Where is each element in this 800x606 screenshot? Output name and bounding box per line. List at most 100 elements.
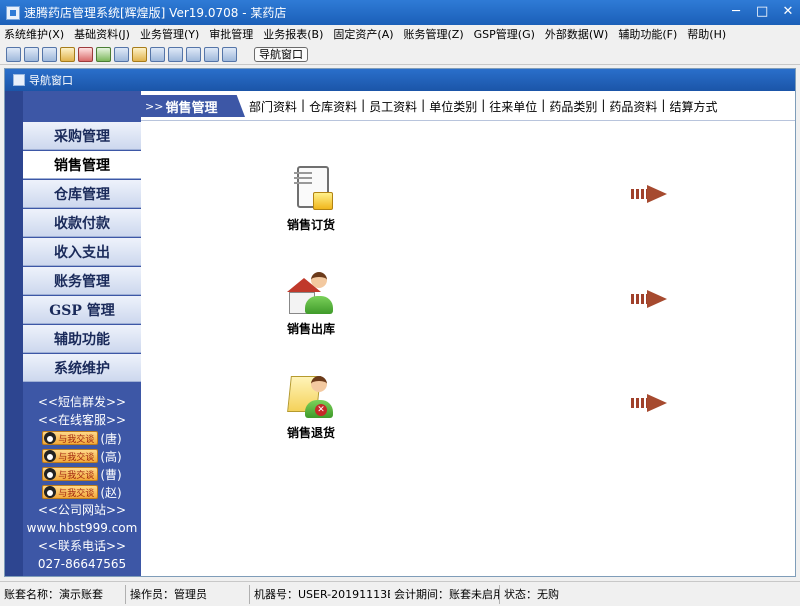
qq-penguin-icon — [44, 486, 57, 498]
qq-contact-name: (高) — [100, 449, 122, 464]
qq-contact-name: (赵) — [100, 485, 122, 500]
maximize-button[interactable]: □ — [756, 4, 768, 19]
status-account: 账套名称：演示账套 — [0, 584, 126, 604]
menu-help[interactable]: 帮助(H) — [687, 26, 726, 42]
help-icon[interactable] — [204, 46, 219, 62]
qq-contact[interactable]: 与我交谈 (高) — [23, 447, 141, 465]
sales-outbound-label[interactable]: 销售出库 — [266, 320, 356, 337]
app-icon — [6, 5, 20, 20]
separator: | — [481, 98, 486, 112]
save-icon[interactable] — [168, 46, 183, 62]
menu-basic-data[interactable]: 基础资料(J) — [74, 26, 130, 42]
qq-contact[interactable]: 与我交谈 (曹) — [23, 465, 141, 483]
qq-penguin-icon — [44, 468, 57, 480]
menu-auxiliary[interactable]: 辅助功能(F) — [618, 26, 677, 42]
qq-chat-badge[interactable]: 与我交谈 — [42, 485, 99, 499]
sales-outbound-arrow-icon — [631, 290, 669, 308]
qq-penguin-icon — [44, 432, 57, 444]
sales-order-icon[interactable] — [289, 166, 333, 210]
menu-business-management[interactable]: 业务管理(Y) — [140, 26, 199, 42]
link-drugs[interactable]: 药品资料 — [609, 98, 657, 115]
menu-system-maintenance[interactable]: 系统维护(X) — [4, 26, 64, 42]
nav-window-body: 采购管理 销售管理 仓库管理 收款付款 收入支出 账务管理 GSP 管理 辅助功… — [5, 91, 795, 576]
company-website-link[interactable]: <<公司网站>> — [23, 501, 141, 519]
separator: | — [541, 98, 546, 112]
qq-chat-badge[interactable]: 与我交谈 — [42, 467, 99, 481]
qq-chat-badge[interactable]: 与我交谈 — [42, 449, 99, 463]
minimize-button[interactable]: ─ — [730, 4, 742, 19]
separator: | — [601, 98, 606, 112]
open-icon[interactable] — [132, 46, 147, 62]
link-settlement-methods[interactable]: 结算方式 — [669, 98, 717, 115]
separator: | — [301, 98, 306, 112]
sms-link[interactable]: <<短信群发>> — [23, 393, 141, 411]
link-warehouses[interactable]: 仓库资料 — [309, 98, 357, 115]
module-content: 销售订货 销售出库 ✕ 销售退货 — [141, 122, 795, 576]
exit-icon[interactable] — [222, 46, 237, 62]
nav-window: 导航窗口 采购管理 销售管理 仓库管理 收款付款 收入支出 账务管理 GSP 管… — [4, 68, 796, 577]
sales-return-function[interactable]: ✕ 销售退货 — [266, 374, 356, 441]
chart-icon[interactable] — [114, 46, 129, 62]
nav-window-button[interactable]: 导航窗口 — [254, 46, 308, 62]
menu-approval-management[interactable]: 审批管理 — [209, 26, 253, 42]
nav-window-icon — [13, 74, 25, 86]
sales-return-icon[interactable]: ✕ — [287, 374, 333, 418]
list-icon[interactable] — [24, 46, 39, 62]
status-bar: 账套名称：演示账套 操作员：管理员 机器号：USER-20191113E 会计期… — [0, 581, 800, 606]
current-module-label: 销售管理 — [165, 100, 218, 116]
sales-order-label[interactable]: 销售订货 — [266, 216, 356, 233]
print-icon[interactable] — [150, 46, 165, 62]
qq-contact-name: (唐) — [100, 431, 122, 446]
sidebar-item-sales[interactable]: 销售管理 — [23, 151, 141, 179]
sidebar: 采购管理 销售管理 仓库管理 收款付款 收入支出 账务管理 GSP 管理 辅助功… — [5, 91, 141, 576]
online-service-link[interactable]: <<在线客服>> — [23, 411, 141, 429]
report-icon[interactable] — [60, 46, 75, 62]
separator: | — [661, 98, 666, 112]
menu-gsp-management[interactable]: GSP管理(G) — [474, 26, 535, 42]
link-partners[interactable]: 往来单位 — [489, 98, 537, 115]
status-state: 状态：无购 — [504, 587, 559, 601]
sales-outbound-icon[interactable] — [287, 270, 333, 314]
copy-icon[interactable] — [42, 46, 57, 62]
link-departments[interactable]: 部门资料 — [249, 98, 297, 115]
sidebar-item-warehouse[interactable]: 仓库管理 — [23, 180, 141, 208]
qq-contact-name: (曹) — [100, 467, 122, 482]
export-icon[interactable] — [186, 46, 201, 62]
sidebar-item-accounting[interactable]: 账务管理 — [23, 267, 141, 295]
contact-phone: 027-86647565 — [37, 557, 127, 571]
toolbar: 导航窗口 — [0, 44, 800, 65]
contact-phone-link[interactable]: <<联系电话>> — [23, 537, 141, 555]
qq-contact[interactable]: 与我交谈 (唐) — [23, 429, 141, 447]
menu-business-reports[interactable]: 业务报表(B) — [263, 26, 323, 42]
sidebar-item-payments[interactable]: 收款付款 — [23, 209, 141, 237]
menu-fixed-assets[interactable]: 固定资产(A) — [333, 26, 393, 42]
link-employees[interactable]: 员工资料 — [369, 98, 417, 115]
sidebar-item-auxiliary[interactable]: 辅助功能 — [23, 325, 141, 353]
qq-contact[interactable]: 与我交谈 (赵) — [23, 483, 141, 501]
new-icon[interactable] — [6, 46, 21, 62]
menu-accounting[interactable]: 账务管理(Z) — [404, 26, 464, 42]
separator: | — [361, 98, 366, 112]
link-drug-categories[interactable]: 药品类别 — [549, 98, 597, 115]
sales-return-label[interactable]: 销售退货 — [266, 424, 356, 441]
menu-bar: 系统维护(X) 基础资料(J) 业务管理(Y) 审批管理 业务报表(B) 固定资… — [0, 25, 800, 43]
edit-icon[interactable] — [78, 46, 93, 62]
status-machine: 机器号：USER-20191113E — [254, 587, 390, 601]
sales-order-function[interactable]: 销售订货 — [266, 166, 356, 233]
sales-order-arrow-icon — [631, 185, 669, 203]
sidebar-item-purchase[interactable]: 采购管理 — [23, 122, 141, 150]
nav-window-title: 导航窗口 — [29, 74, 73, 87]
website-url[interactable]: www.hbst999.com — [23, 519, 141, 537]
user-icon[interactable] — [96, 46, 111, 62]
nav-window-titlebar: 导航窗口 — [5, 69, 795, 91]
menu-external-data[interactable]: 外部数据(W) — [545, 26, 608, 42]
status-operator: 操作员：管理员 — [126, 584, 250, 604]
sidebar-item-system[interactable]: 系统维护 — [23, 354, 141, 382]
module-tabbar: >> 销售管理 部门资料 | 仓库资料 | 员工资料 | 单位类别 | 往来单位 | 药品… — [141, 91, 795, 121]
qq-chat-badge[interactable]: 与我交谈 — [42, 431, 99, 445]
link-unit-categories[interactable]: 单位类别 — [429, 98, 477, 115]
sidebar-item-income-expense[interactable]: 收入支出 — [23, 238, 141, 266]
close-button[interactable]: ✕ — [782, 4, 794, 19]
sidebar-item-gsp[interactable]: GSP 管理 — [23, 296, 141, 324]
sales-outbound-function[interactable]: 销售出库 — [266, 270, 356, 337]
